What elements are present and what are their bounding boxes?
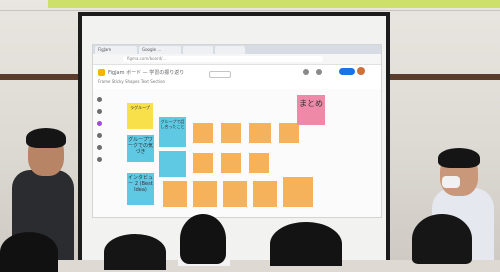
sticky-note-orange[interactable] <box>279 123 299 143</box>
sticky-note-cyan[interactable]: グループで話し合ったこと <box>159 117 186 147</box>
sticky-note-orange[interactable] <box>253 181 277 207</box>
app-logo-icon[interactable] <box>98 69 105 76</box>
sticky-note-orange[interactable] <box>163 181 187 207</box>
sticky-note-orange[interactable] <box>223 181 247 207</box>
audience-head <box>0 232 58 272</box>
browser-tab[interactable]: Google ... <box>139 46 181 54</box>
sticky-note-cyan[interactable]: インタビュー 2 (Best Idea) <box>127 173 154 205</box>
sticky-note-orange[interactable] <box>193 181 217 207</box>
sticky-note-orange[interactable] <box>221 123 241 143</box>
chat-icon[interactable] <box>303 69 309 75</box>
collaborator-icon[interactable] <box>316 69 322 75</box>
sticky-note-yellow[interactable]: ラグループ <box>127 103 153 129</box>
browser-tab[interactable] <box>215 46 245 54</box>
audience-head <box>412 214 472 264</box>
share-button[interactable] <box>339 68 355 75</box>
browser-tab[interactable] <box>183 46 213 54</box>
pen-tool-icon[interactable] <box>97 109 102 114</box>
projected-browser-window: FigJam Google ... figma.com/board/... Fi… <box>92 44 382 218</box>
shape-tool-icon[interactable] <box>97 145 102 150</box>
sticky-note-summary[interactable]: まとめ <box>297 95 325 125</box>
sticky-note-cyan[interactable] <box>159 151 186 177</box>
avatar[interactable] <box>357 67 365 75</box>
sticky-tool-icon[interactable] <box>97 133 102 138</box>
side-toolbar <box>97 97 103 167</box>
banner <box>48 0 500 8</box>
tab-strip: FigJam Google ... <box>93 45 381 54</box>
presenter-left-hair <box>26 128 66 148</box>
sticky-note-orange[interactable] <box>249 123 271 143</box>
wall-trim-right <box>388 74 500 80</box>
board-toolbar[interactable]: Frame Sticky Shapes Text Section <box>98 79 165 84</box>
highlight-tool-icon[interactable] <box>97 121 102 126</box>
sticky-note-orange[interactable] <box>221 153 241 173</box>
face-mask <box>442 176 460 188</box>
zoom-control[interactable] <box>209 71 231 78</box>
sticky-note-orange[interactable] <box>193 123 213 143</box>
document-title[interactable]: FigJam ボード — 学習の振り返り <box>108 69 184 76</box>
audience-head <box>104 234 166 270</box>
ceiling-line <box>0 10 500 11</box>
sticky-note-cyan[interactable]: グループワークでの気づき <box>127 135 154 162</box>
sticky-note-orange[interactable] <box>193 153 213 173</box>
sticky-note-orange[interactable] <box>283 177 313 207</box>
text-tool-icon[interactable] <box>97 157 102 162</box>
sticky-note-orange[interactable] <box>249 153 269 173</box>
browser-tab[interactable]: FigJam <box>95 46 137 54</box>
url-field[interactable]: figma.com/board/... <box>123 56 323 62</box>
wall-trim-left <box>0 74 80 80</box>
audience-head <box>270 222 342 266</box>
move-tool-icon[interactable] <box>97 97 102 102</box>
presenter-right-hair <box>438 148 480 168</box>
audience-head <box>180 214 226 264</box>
